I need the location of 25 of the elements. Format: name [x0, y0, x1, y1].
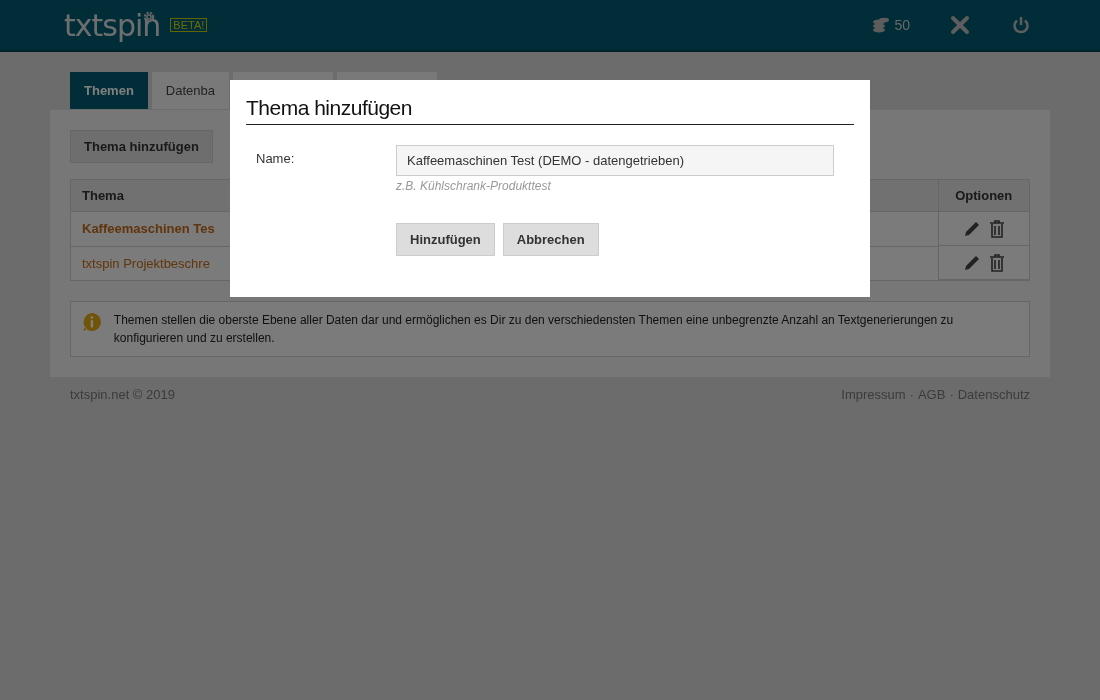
field-label: Name:: [256, 150, 296, 168]
info-text: Themen stellen die oberste Ebene aller Daten dar und ermöglichen es Dir zu den verschiedensten Themen eine unbegrenzte Anzahl an Textgenerierungen zu konfigurieren und zu erstellen.: [113, 312, 955, 347]
name-field[interactable]: Kaffeemaschinen Test (DEMO - datengetrieben): [396, 145, 834, 176]
trash-icon[interactable]: [989, 220, 1005, 238]
dialog-button[interactable]: Abbrechen: [502, 223, 599, 256]
dialog-button[interactable]: Hinzufügen: [396, 223, 495, 256]
coins-icon: [872, 16, 891, 34]
separator: ·: [949, 387, 954, 402]
power-icon[interactable]: [1012, 16, 1030, 34]
tab[interactable]: Datenba: [151, 72, 229, 109]
info-icon: [82, 311, 102, 333]
topic-link[interactable]: Kaffeemaschinen Tes: [82, 221, 215, 237]
trash-icon[interactable]: [989, 254, 1005, 272]
field-hint: z.B. Kühlschrank-Produkttest: [396, 179, 552, 193]
add-topic-button[interactable]: Thema hinzufügen: [70, 130, 213, 163]
separator: ·: [909, 387, 914, 402]
beta-badge: BETA!: [170, 18, 208, 32]
pencil-icon[interactable]: [963, 254, 981, 272]
dialog-title: Thema hinzufügen: [246, 96, 854, 125]
logo[interactable]: txtspin: [64, 7, 161, 43]
tab[interactable]: Themen: [70, 72, 148, 109]
topic-link[interactable]: txtspin Projektbeschre: [82, 255, 210, 271]
pencil-icon[interactable]: [963, 220, 981, 238]
column-header: Optionen: [938, 179, 1030, 212]
credits-count: 50: [894, 17, 910, 33]
